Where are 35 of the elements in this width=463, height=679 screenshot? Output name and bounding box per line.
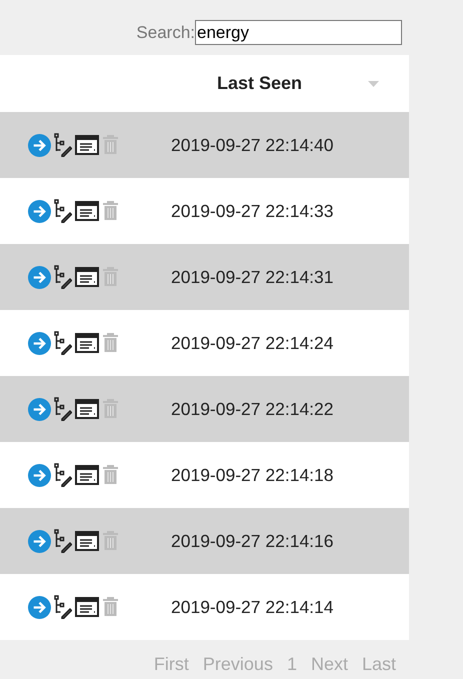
last-seen-cell: 2019-09-27 22:14:18	[171, 464, 334, 486]
form-icon[interactable]	[75, 465, 99, 485]
form-icon[interactable]	[75, 531, 99, 551]
table-row[interactable]: 2019-09-27 22:14:22	[0, 376, 409, 442]
last-seen-cell: 2019-09-27 22:14:14	[171, 596, 334, 618]
last-seen-cell: 2019-09-27 22:14:31	[171, 266, 334, 288]
tree-edit-icon[interactable]	[54, 265, 72, 289]
table-row[interactable]: 2019-09-27 22:14:18	[0, 442, 409, 508]
last-seen-cell: 2019-09-27 22:14:22	[171, 398, 334, 420]
table-row[interactable]: 2019-09-27 22:14:24	[0, 310, 409, 376]
form-icon[interactable]	[75, 399, 99, 419]
table-row[interactable]: 2019-09-27 22:14:31	[0, 244, 409, 310]
tree-edit-icon[interactable]	[54, 331, 72, 355]
form-icon[interactable]	[75, 333, 99, 353]
search-field[interactable]: energy	[195, 20, 402, 45]
form-icon[interactable]	[75, 135, 99, 155]
table-row[interactable]: 2019-09-27 22:14:33	[0, 178, 409, 244]
tree-edit-icon[interactable]	[54, 397, 72, 421]
table-row[interactable]: 2019-09-27 22:14:16	[0, 508, 409, 574]
table-row[interactable]: 2019-09-27 22:14:40	[0, 112, 409, 178]
last-seen-cell: 2019-09-27 22:14:24	[171, 332, 334, 354]
tree-edit-icon[interactable]	[54, 133, 72, 157]
table-row[interactable]: 2019-09-27 22:14:14	[0, 574, 409, 640]
tree-edit-icon[interactable]	[54, 463, 72, 487]
last-seen-cell: 2019-09-27 22:14:40	[171, 134, 334, 156]
form-icon[interactable]	[75, 597, 99, 617]
tree-edit-icon[interactable]	[54, 595, 72, 619]
tree-edit-icon[interactable]	[54, 529, 72, 553]
form-icon[interactable]	[75, 201, 99, 221]
column-header[interactable]: Last Seen	[217, 73, 302, 94]
last-seen-cell: 2019-09-27 22:14:16	[171, 530, 334, 552]
search-label: Search:	[136, 22, 195, 44]
last-seen-cell: 2019-09-27 22:14:33	[171, 200, 334, 222]
form-icon[interactable]	[75, 267, 99, 287]
tree-edit-icon[interactable]	[54, 199, 72, 223]
